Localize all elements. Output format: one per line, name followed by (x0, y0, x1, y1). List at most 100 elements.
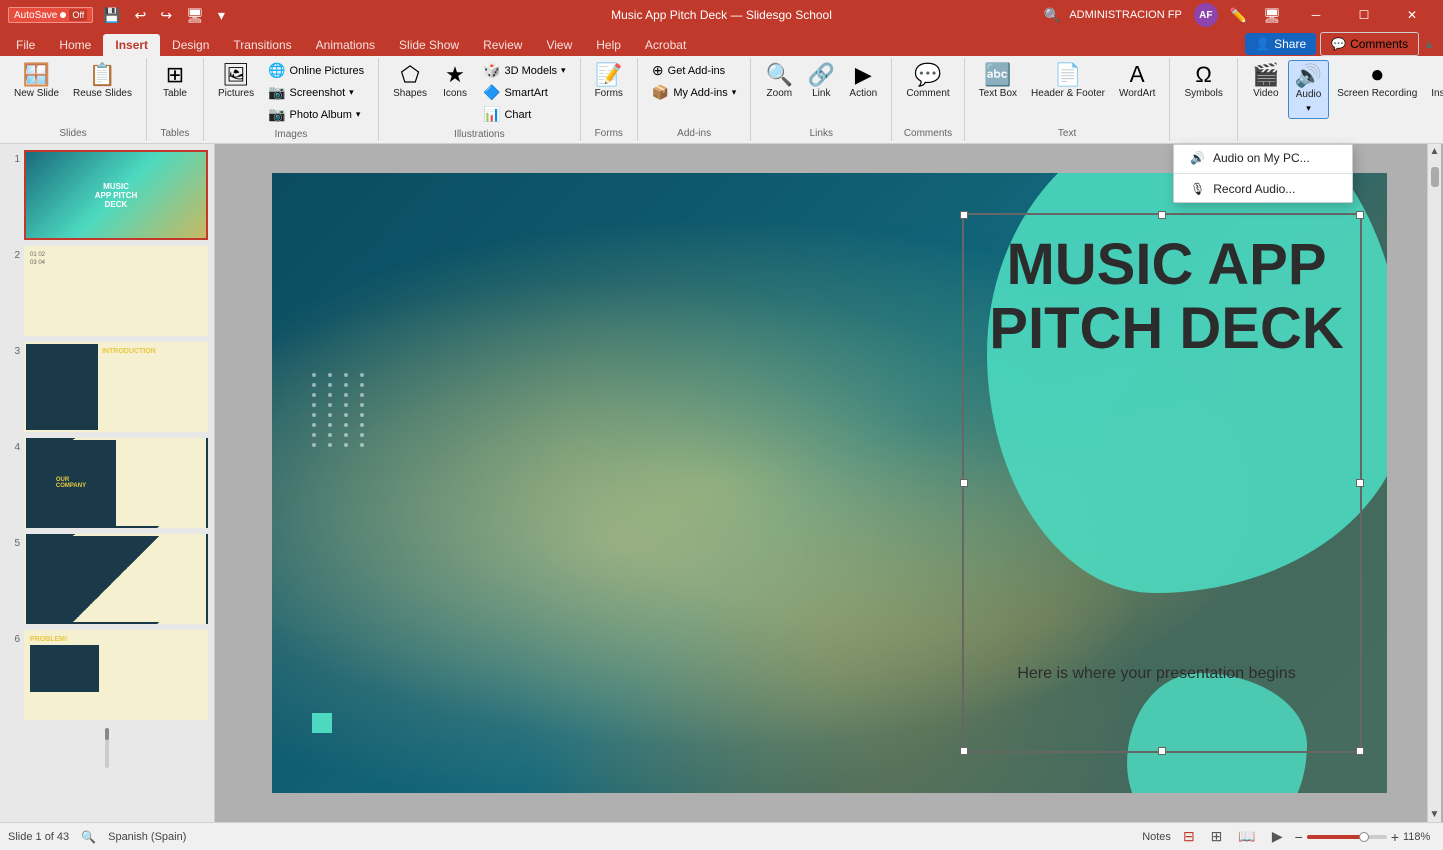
autosave-state: Off (69, 9, 87, 21)
action-button[interactable]: ▶ Action (843, 60, 883, 104)
autosave-badge[interactable]: AutoSave Off (8, 7, 93, 23)
screenshot-dropdown[interactable]: ▾ (349, 87, 354, 98)
slide-thumbnail-1[interactable]: MUSICAPP PITCHDECK (24, 150, 208, 240)
customize-button[interactable]: 🖥 (182, 5, 208, 26)
notes-button[interactable]: Notes (1142, 831, 1171, 843)
pictures-button[interactable]: 🖼 Pictures (212, 60, 260, 104)
scroll-down-button[interactable]: ▼ (1430, 809, 1440, 820)
tab-review[interactable]: Review (471, 34, 534, 56)
slide-thumbnail-6[interactable]: PROBLEM! (24, 630, 208, 720)
view-reading-icon[interactable]: 📖 (1234, 826, 1259, 847)
wordart-button[interactable]: Ａ WordArt (1113, 60, 1162, 104)
pen-icon[interactable]: ✏️ (1226, 5, 1251, 26)
redo-button[interactable]: ↪ (156, 5, 176, 26)
3d-models-button[interactable]: 🎲 3D Models ▾ (477, 60, 572, 81)
view-slideshow-icon[interactable]: ▶ (1268, 826, 1287, 847)
scroll-up-button[interactable]: ▲ (1430, 146, 1440, 157)
slide-item-1[interactable]: 1 MUSICAPP PITCHDECK (4, 148, 210, 242)
text-box-icon: 🔤 (984, 64, 1011, 86)
new-slide-button[interactable]: 🪟 New Slide (8, 60, 65, 104)
shapes-button[interactable]: ⬠ Shapes (387, 60, 433, 104)
tab-design[interactable]: Design (160, 34, 221, 56)
comments-button[interactable]: 💬 Comments (1320, 32, 1419, 56)
zoom-slider[interactable] (1307, 835, 1387, 839)
record-audio-item[interactable]: 🎙 Record Audio... (1174, 176, 1352, 202)
3d-models-dropdown[interactable]: ▾ (561, 65, 566, 76)
slide-item-4[interactable]: 4 OURCOMPANY (4, 436, 210, 530)
get-addins-button[interactable]: ⊕ Get Add-ins (646, 60, 742, 81)
minimize-button[interactable]: ─ (1293, 0, 1339, 30)
tab-insert[interactable]: Insert (103, 34, 160, 56)
zoom-in-button[interactable]: + (1391, 829, 1399, 845)
qat-dropdown[interactable]: ▾ (214, 5, 229, 26)
audio-button[interactable]: 🔊 Audio ▾ (1288, 60, 1329, 119)
zoom-slider-thumb[interactable] (1359, 832, 1369, 842)
video-button[interactable]: 🎬 Video (1246, 60, 1286, 104)
tab-home[interactable]: Home (47, 34, 103, 56)
comment-icon: 💬 (914, 64, 941, 86)
title-bar-center: Music App Pitch Deck — Slidesgo School (611, 8, 832, 22)
reuse-slides-button[interactable]: 📋 Reuse Slides (67, 60, 138, 104)
link-button[interactable]: 🔗 Link (801, 60, 841, 104)
symbols-button[interactable]: Ω Symbols (1178, 60, 1228, 104)
my-addins-button[interactable]: 📦 My Add-ins ▾ (646, 82, 742, 103)
table-icon: ⊞ (166, 64, 184, 86)
screen-recording-button[interactable]: ⏺ Screen Recording (1331, 60, 1423, 104)
slides-scrollbar[interactable] (4, 724, 210, 772)
forms-button[interactable]: 📝 Forms (589, 60, 629, 104)
collapse-ribbon-button[interactable]: ▲ (1423, 37, 1435, 51)
save-button[interactable]: 💾 (99, 5, 124, 26)
user-avatar[interactable]: AF (1194, 3, 1218, 27)
slide-item-2[interactable]: 2 01 02 03 04 (4, 244, 210, 338)
screenshot-button[interactable]: 📷 Screenshot ▾ (262, 82, 370, 103)
zoom-out-button[interactable]: − (1295, 829, 1303, 845)
tab-slideshow[interactable]: Slide Show (387, 34, 471, 56)
display-settings-icon[interactable]: 🖥 (1259, 5, 1285, 26)
my-addins-dropdown[interactable]: ▾ (732, 87, 737, 98)
tab-acrobat[interactable]: Acrobat (633, 34, 698, 56)
close-button[interactable]: ✕ (1389, 0, 1435, 30)
tab-transitions[interactable]: Transitions (221, 34, 303, 56)
slide-canvas[interactable]: MUSIC APP PITCH DECK Here is where your … (272, 173, 1387, 793)
tab-view[interactable]: View (534, 34, 584, 56)
photo-album-icon: 📷 (268, 106, 285, 123)
slide-item-3[interactable]: 3 INTRODUCTION (4, 340, 210, 434)
title-bar-left: AutoSave Off 💾 ↩ ↪ 🖥 ▾ (8, 5, 229, 26)
scroll-thumb[interactable] (1431, 167, 1439, 187)
icons-button[interactable]: ★ Icons (435, 60, 475, 104)
view-normal-icon[interactable]: ⊟ (1179, 826, 1199, 847)
photo-album-button[interactable]: 📷 Photo Album ▾ (262, 104, 370, 125)
undo-button[interactable]: ↩ (131, 5, 151, 26)
language-label[interactable]: Spanish (Spain) (108, 831, 186, 843)
slide-thumbnail-5[interactable] (24, 534, 208, 624)
zoom-controls: − + 118% (1295, 829, 1435, 845)
table-button[interactable]: ⊞ Table (155, 60, 195, 104)
slide-thumbnail-4[interactable]: OURCOMPANY (24, 438, 208, 528)
text-box-button[interactable]: 🔤 Text Box (973, 60, 1023, 104)
search-icon[interactable]: 🔍 (1044, 7, 1061, 24)
zoom-button[interactable]: 🔍 Zoom (759, 60, 799, 104)
header-footer-button[interactable]: 📄 Header & Footer (1025, 60, 1111, 104)
audio-on-pc-item[interactable]: 🔊 Audio on My PC... (1174, 145, 1352, 171)
restore-button[interactable]: ☐ (1341, 0, 1387, 30)
smartart-icon: 🔷 (483, 84, 500, 101)
tab-help[interactable]: Help (584, 34, 633, 56)
photo-album-dropdown[interactable]: ▾ (356, 109, 361, 120)
online-pictures-button[interactable]: 🌐 Online Pictures (262, 60, 370, 81)
slide-item-6[interactable]: 6 PROBLEM! (4, 628, 210, 722)
insert-medios-button[interactable]: ➕ Insertar medios (1425, 60, 1443, 104)
share-button[interactable]: 👤 Share (1245, 33, 1316, 55)
slide-thumbnail-2[interactable]: 01 02 03 04 (24, 246, 208, 336)
view-slide-sorter-icon[interactable]: ⊞ (1207, 826, 1227, 847)
smartart-button[interactable]: 🔷 SmartArt (477, 82, 572, 103)
spelling-icon[interactable]: 🔍 (81, 830, 96, 844)
audio-dropdown-chevron[interactable]: ▾ (1306, 103, 1311, 114)
tab-file[interactable]: File (4, 34, 47, 56)
tab-animations[interactable]: Animations (304, 34, 387, 56)
chart-button[interactable]: 📊 Chart (477, 104, 572, 125)
zoom-level[interactable]: 118% (1403, 831, 1435, 843)
slide-item-5[interactable]: 5 (4, 532, 210, 626)
vertical-scrollbar[interactable]: ▲ ▼ (1427, 144, 1441, 822)
slide-thumbnail-3[interactable]: INTRODUCTION (24, 342, 208, 432)
comment-button[interactable]: 💬 Comment (900, 60, 955, 104)
